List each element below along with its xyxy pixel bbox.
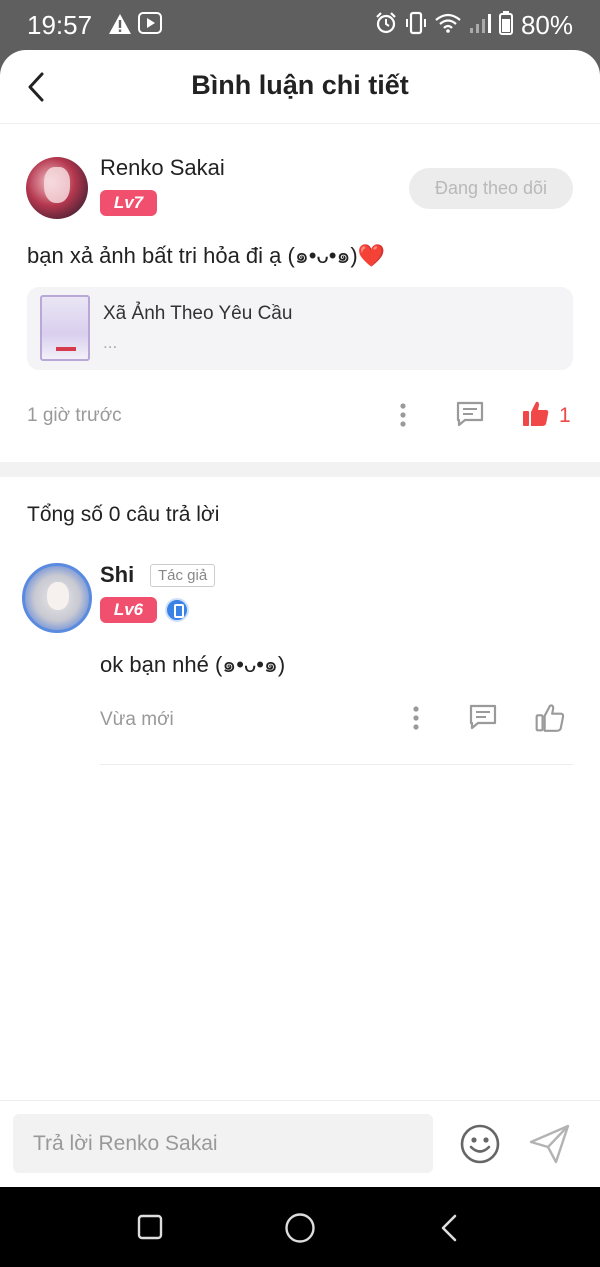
like-icon[interactable] — [534, 702, 566, 739]
status-right: 80% — [375, 10, 573, 41]
more-options-icon[interactable] — [406, 703, 426, 738]
verified-icon — [165, 598, 189, 622]
vibrate-icon — [405, 11, 427, 40]
reply-text: ok bạn nhé (๑•ᴗ•๑) — [100, 652, 286, 677]
wifi-icon — [435, 13, 461, 38]
level-badge: Lv7 — [100, 190, 157, 216]
warning-icon — [108, 13, 132, 40]
battery-percentage: 80% — [520, 10, 573, 40]
reply-username[interactable]: Shi — [100, 562, 134, 588]
header: Bình luận chi tiết — [0, 50, 600, 124]
status-time: 19:57 — [27, 10, 93, 40]
home-icon[interactable] — [284, 1212, 316, 1249]
more-options-icon[interactable] — [393, 400, 413, 435]
reply-input-bar — [0, 1100, 600, 1187]
reply-comment-icon[interactable] — [468, 703, 498, 736]
section-divider — [0, 462, 600, 477]
status-bar: 19:57 80% — [0, 0, 600, 50]
avatar[interactable] — [22, 563, 92, 633]
comment-username[interactable]: Renko Sakai — [100, 155, 225, 181]
youtube-icon — [138, 12, 162, 34]
emoji-icon[interactable] — [459, 1123, 501, 1170]
reply-separator — [100, 764, 573, 765]
level-badge: Lv6 — [100, 597, 157, 623]
like-count: 1 — [559, 404, 571, 427]
author-tag: Tác giả — [150, 564, 216, 587]
recent-apps-icon[interactable] — [137, 1214, 163, 1245]
replies-total: Tổng số 0 câu trả lời — [27, 503, 220, 526]
avatar[interactable] — [26, 157, 88, 219]
system-nav-bar — [0, 1187, 600, 1267]
page-title: Bình luận chi tiết — [191, 70, 409, 100]
comment-time: 1 giờ trước — [27, 405, 122, 426]
app-panel: Bình luận chi tiết Renko Sakai Lv7 Đang … — [0, 50, 600, 1187]
reply-comment-icon[interactable] — [455, 400, 485, 433]
signal-icon — [469, 12, 491, 39]
story-cover-thumbnail — [40, 295, 90, 361]
follow-button[interactable]: Đang theo dõi — [409, 168, 573, 209]
comment-text: bạn xả ảnh bất tri hỏa đi ạ (๑•ᴗ•๑)❤️ — [27, 243, 386, 268]
reference-card[interactable]: Xã Ảnh Theo Yêu Cầu ... — [27, 287, 573, 370]
battery-icon — [498, 11, 513, 40]
reference-subtitle: ... — [103, 333, 118, 352]
reply-time: Vừa mới — [100, 709, 174, 730]
back-nav-icon[interactable] — [437, 1213, 461, 1248]
reference-title: Xã Ảnh Theo Yêu Cầu — [103, 303, 293, 324]
alarm-icon — [375, 12, 397, 39]
reply-input[interactable] — [13, 1114, 433, 1173]
send-icon[interactable] — [528, 1123, 572, 1170]
like-filled-icon[interactable] — [521, 399, 551, 434]
